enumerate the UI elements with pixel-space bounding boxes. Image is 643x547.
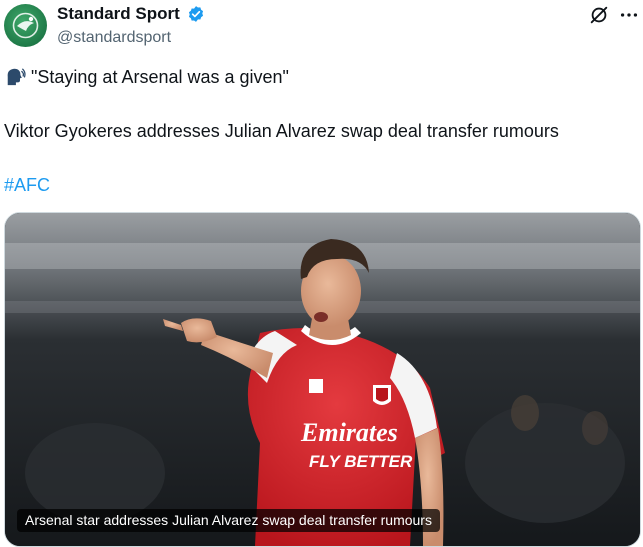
handle[interactable]: @standardsport [57,28,171,48]
player-photo: Emirates FLY BETTER [5,213,640,546]
media-caption: Arsenal star addresses Julian Alvarez sw… [17,509,440,532]
tweet-quote: "Staying at Arsenal was a given" [31,67,289,87]
standard-sport-logo-icon [12,12,39,39]
grok-icon [590,6,608,24]
shirt-sponsor-line1: Emirates [300,418,398,447]
more-icon [620,13,638,17]
tweet-quote-line: "Staying at Arsenal was a given" [4,66,289,88]
hashtag-link[interactable]: #AFC [4,174,50,196]
more-button[interactable] [616,2,642,28]
speaking-head-icon [7,68,26,86]
tweet-card: Standard Sport @standardsport "Staying a… [0,0,643,547]
tweet-header: Standard Sport @standardsport [0,0,643,56]
verified-badge-icon [188,6,204,22]
display-name[interactable]: Standard Sport [57,4,180,24]
tweet-media-image[interactable]: Emirates FLY BETTER Arsenal star address… [4,212,641,547]
tweet-headline: Viktor Gyokeres addresses Julian Alvarez… [4,121,559,141]
avatar[interactable] [4,4,47,47]
grok-button[interactable] [586,2,612,28]
shirt-sponsor-line2: FLY BETTER [309,452,413,471]
